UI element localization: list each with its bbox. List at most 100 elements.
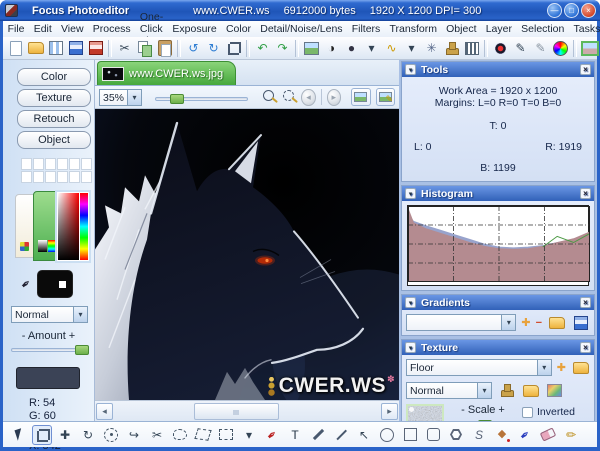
open-folder-icon[interactable]: [26, 39, 45, 58]
gradient-select[interactable]: ▾: [406, 314, 516, 331]
menu-process[interactable]: Process: [88, 23, 135, 35]
color-swatch[interactable]: [21, 171, 32, 183]
rotate-right-icon[interactable]: ↻: [204, 39, 223, 58]
title-bar[interactable]: Focus Photoeditor www.CWER.ws 6912000 by…: [0, 0, 600, 21]
collapse-icon[interactable]: ▾: [405, 297, 416, 308]
chevron-down-icon[interactable]: ▾: [501, 314, 516, 331]
menu-selection[interactable]: Selection: [517, 23, 569, 35]
redo-icon[interactable]: ↷: [273, 39, 292, 58]
close-icon[interactable]: ×: [580, 188, 591, 199]
texture-from-image-icon[interactable]: [545, 381, 564, 400]
collapse-icon[interactable]: ▾: [405, 64, 416, 75]
open-gradient-icon[interactable]: [547, 313, 566, 332]
histogram-panel-titlebar[interactable]: ▾ Histogram ×: [402, 186, 594, 201]
marker-pen-icon[interactable]: ✒: [511, 420, 539, 448]
arrow-line-icon[interactable]: ↖: [354, 425, 374, 445]
color-swatch[interactable]: [21, 158, 32, 170]
tools-panel-titlebar[interactable]: ▾ Tools ×: [402, 62, 594, 77]
add-gradient-icon[interactable]: ✚: [521, 316, 530, 329]
inverted-checkbox[interactable]: [522, 407, 533, 418]
menu-object[interactable]: Object: [442, 23, 482, 35]
color-swatch[interactable]: [57, 158, 68, 170]
load-texture-icon[interactable]: [521, 381, 540, 400]
menu-tasks[interactable]: Tasks: [569, 23, 600, 35]
texture-panel-titlebar[interactable]: ▾ Texture ×: [402, 340, 594, 355]
line-thin-icon[interactable]: [331, 425, 351, 445]
sharpen-icon[interactable]: ✳: [422, 39, 441, 58]
color-swatch[interactable]: [57, 171, 68, 183]
image-view-button[interactable]: [351, 88, 370, 106]
chevron-down-icon[interactable]: ▾: [537, 359, 552, 376]
zoom-slider[interactable]: [155, 94, 248, 104]
object-mode-button[interactable]: Object: [17, 131, 91, 149]
eraser-icon[interactable]: [538, 425, 558, 445]
image-canvas[interactable]: CWER.WS ✽: [95, 109, 399, 400]
menu-edit[interactable]: Edit: [29, 23, 56, 35]
clone-stamp-icon[interactable]: [442, 39, 461, 58]
color-mode-button[interactable]: Color: [17, 68, 91, 86]
fill-bucket-icon[interactable]: [492, 425, 512, 445]
color-swatch[interactable]: [45, 158, 56, 170]
add-texture-icon[interactable]: ✚: [557, 361, 566, 374]
amount-slider[interactable]: [11, 345, 86, 355]
rounded-rect-shape-icon[interactable]: [423, 425, 443, 445]
amount-slider-thumb[interactable]: [75, 345, 89, 355]
contrast-icon[interactable]: ◑: [322, 39, 341, 58]
brush-icon[interactable]: ✏: [561, 425, 581, 445]
apply-texture-icon[interactable]: [497, 381, 516, 400]
remove-gradient-icon[interactable]: −: [536, 317, 542, 329]
texture-blend-select[interactable]: Normal ▾: [406, 382, 492, 399]
scrollbar-track[interactable]: [114, 403, 380, 420]
open-texture-icon[interactable]: [571, 358, 590, 377]
scroll-left-icon[interactable]: ◂: [96, 403, 113, 420]
auto-enhance-icon[interactable]: [302, 39, 321, 58]
chevron-down-icon[interactable]: ▾: [477, 382, 492, 399]
menu-exposure[interactable]: Exposure: [168, 23, 222, 35]
move-icon[interactable]: ✚: [55, 425, 75, 445]
curves-icon[interactable]: ∿: [382, 39, 401, 58]
line-thick-icon[interactable]: [308, 425, 328, 445]
close-icon[interactable]: ×: [580, 342, 591, 353]
polygon-shape-icon[interactable]: [446, 425, 466, 445]
color-swatch[interactable]: [81, 171, 92, 183]
close-button[interactable]: ×: [581, 3, 596, 18]
previous-image-button[interactable]: ◂: [301, 89, 315, 106]
color-swatch[interactable]: [33, 171, 44, 183]
color-swatch[interactable]: [81, 158, 92, 170]
menu-layer[interactable]: Layer: [481, 23, 516, 35]
new-file-icon[interactable]: [6, 39, 25, 58]
texture-preset-select[interactable]: Floor ▾: [406, 359, 552, 376]
ellipse-shape-icon[interactable]: [377, 425, 397, 445]
pointer-icon[interactable]: [9, 425, 29, 445]
rotate-tool-icon[interactable]: ↻: [78, 425, 98, 445]
curves-caret-icon[interactable]: ▾: [402, 39, 421, 58]
color-picker-pen-icon[interactable]: ✒: [258, 420, 286, 448]
text-tool-icon[interactable]: T: [285, 425, 305, 445]
texture-mode-button[interactable]: Texture: [17, 89, 91, 107]
blend-mode-select[interactable]: Normal ▾: [11, 306, 88, 323]
color-swatch[interactable]: [69, 158, 80, 170]
image-edit-button[interactable]: ✎: [376, 88, 395, 106]
marquee-caret-icon[interactable]: ▾: [239, 425, 259, 445]
histogram-tool-icon[interactable]: [462, 39, 481, 58]
scroll-right-icon[interactable]: ▸: [381, 403, 398, 420]
brightness-icon[interactable]: ●: [342, 39, 361, 58]
copy-icon[interactable]: [135, 39, 154, 58]
collapse-icon[interactable]: ▾: [405, 342, 416, 353]
rotate-left-icon[interactable]: ↺: [184, 39, 203, 58]
color-swatch[interactable]: [33, 158, 44, 170]
menu-view[interactable]: View: [56, 23, 88, 35]
chevron-down-icon[interactable]: ▾: [73, 306, 88, 323]
rect-shape-icon[interactable]: [400, 425, 420, 445]
menu-file[interactable]: File: [3, 23, 29, 35]
menu-transform[interactable]: Transform: [385, 23, 442, 35]
curve-arrow-icon[interactable]: ↪: [124, 425, 144, 445]
cut-icon[interactable]: ✂: [115, 39, 134, 58]
polygon-lasso-icon[interactable]: [193, 425, 213, 445]
foreground-color-swatch[interactable]: [37, 270, 73, 298]
zoom-slider-thumb[interactable]: [170, 94, 184, 104]
actual-size-icon[interactable]: [261, 88, 276, 106]
frame-image-icon[interactable]: [580, 39, 599, 58]
marquee-icon[interactable]: [216, 425, 236, 445]
cut-path-icon[interactable]: ✂: [147, 425, 167, 445]
